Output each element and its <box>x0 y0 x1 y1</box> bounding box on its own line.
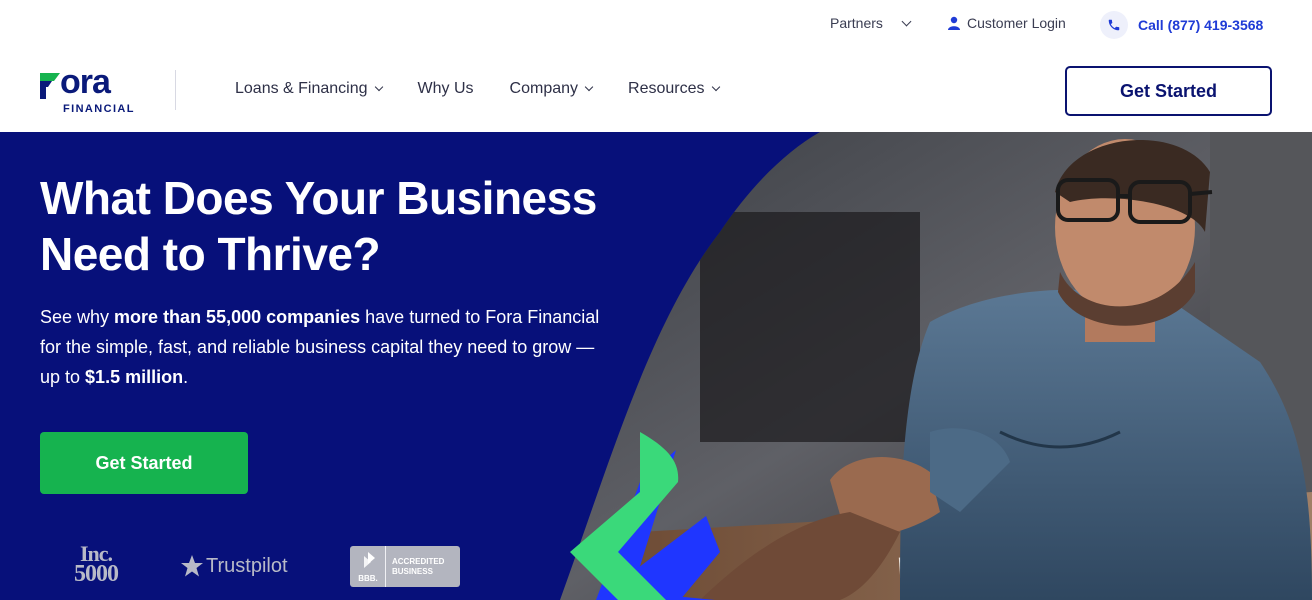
partners-label: Partners <box>830 15 883 31</box>
nav-label: Company <box>509 80 579 97</box>
chevron-down-icon <box>711 82 720 92</box>
main-header: ora FINANCIAL Loans & Financing Why Us C… <box>0 48 1312 132</box>
bbb-logo-icon: BBB. <box>350 546 386 587</box>
bbb-short-label: BBB. <box>358 574 378 583</box>
inc-number: 5000 <box>74 561 119 587</box>
hero-text-part: . <box>183 367 189 387</box>
utility-bar: Partners Customer Login Call (877) 419-3… <box>0 0 1312 48</box>
call-label: Call (877) 419-3568 <box>1138 17 1264 33</box>
inc-5000-badge: Inc. 5000 <box>64 543 128 587</box>
fora-logo[interactable]: ora FINANCIAL <box>40 63 140 118</box>
hero-text-part: See why <box>40 307 115 327</box>
customer-login-label: Customer Login <box>967 15 1066 31</box>
hero-text-bold: $1.5 million <box>85 367 184 387</box>
hero-title: What Does Your Business Need to Thrive? <box>40 172 597 280</box>
nav-item-why-us[interactable]: Why Us <box>418 80 474 98</box>
get-started-hero-button[interactable]: Get Started <box>40 432 248 494</box>
chevron-down-icon <box>584 82 594 92</box>
call-link[interactable]: Call (877) 419-3568 <box>1100 11 1263 39</box>
nav-label: Why Us <box>417 80 474 97</box>
logo-subtitle: FINANCIAL <box>63 103 135 115</box>
chevron-down-icon <box>901 16 912 26</box>
bbb-text: ACCREDITED BUSINESS <box>386 557 444 577</box>
trustpilot-badge: Trustpilot <box>180 554 288 578</box>
nav-item-company[interactable]: Company <box>509 80 594 98</box>
phone-icon <box>1100 11 1128 39</box>
nav-label: Loans & Financing <box>235 80 368 97</box>
header-divider <box>175 70 176 110</box>
hero-text-bold: more than 55,000 companies <box>114 307 361 327</box>
hero-description: See why more than 55,000 companies have … <box>40 302 600 392</box>
customer-login-link[interactable]: Customer Login <box>947 15 1066 31</box>
main-nav: Loans & Financing Why Us Company Resourc… <box>235 80 755 98</box>
trustpilot-label: Trustpilot <box>206 554 288 577</box>
get-started-header-button[interactable]: Get Started <box>1065 66 1272 116</box>
partners-menu[interactable]: Partners <box>830 15 912 31</box>
bbb-line: BUSINESS <box>392 566 433 576</box>
fora-logo-mark-icon <box>40 73 60 99</box>
chevron-down-icon <box>374 82 383 92</box>
user-icon <box>948 16 960 30</box>
nav-item-loans-financing[interactable]: Loans & Financing <box>235 80 383 98</box>
star-icon <box>181 555 203 577</box>
nav-label: Resources <box>628 80 705 97</box>
logo-wordmark: ora <box>60 63 111 101</box>
bbb-line: ACCREDITED <box>392 556 445 566</box>
bbb-accredited-badge: BBB. ACCREDITED BUSINESS <box>350 546 460 587</box>
hero-section: What Does Your Business Need to Thrive? … <box>0 132 1312 600</box>
nav-item-resources[interactable]: Resources <box>628 80 720 98</box>
